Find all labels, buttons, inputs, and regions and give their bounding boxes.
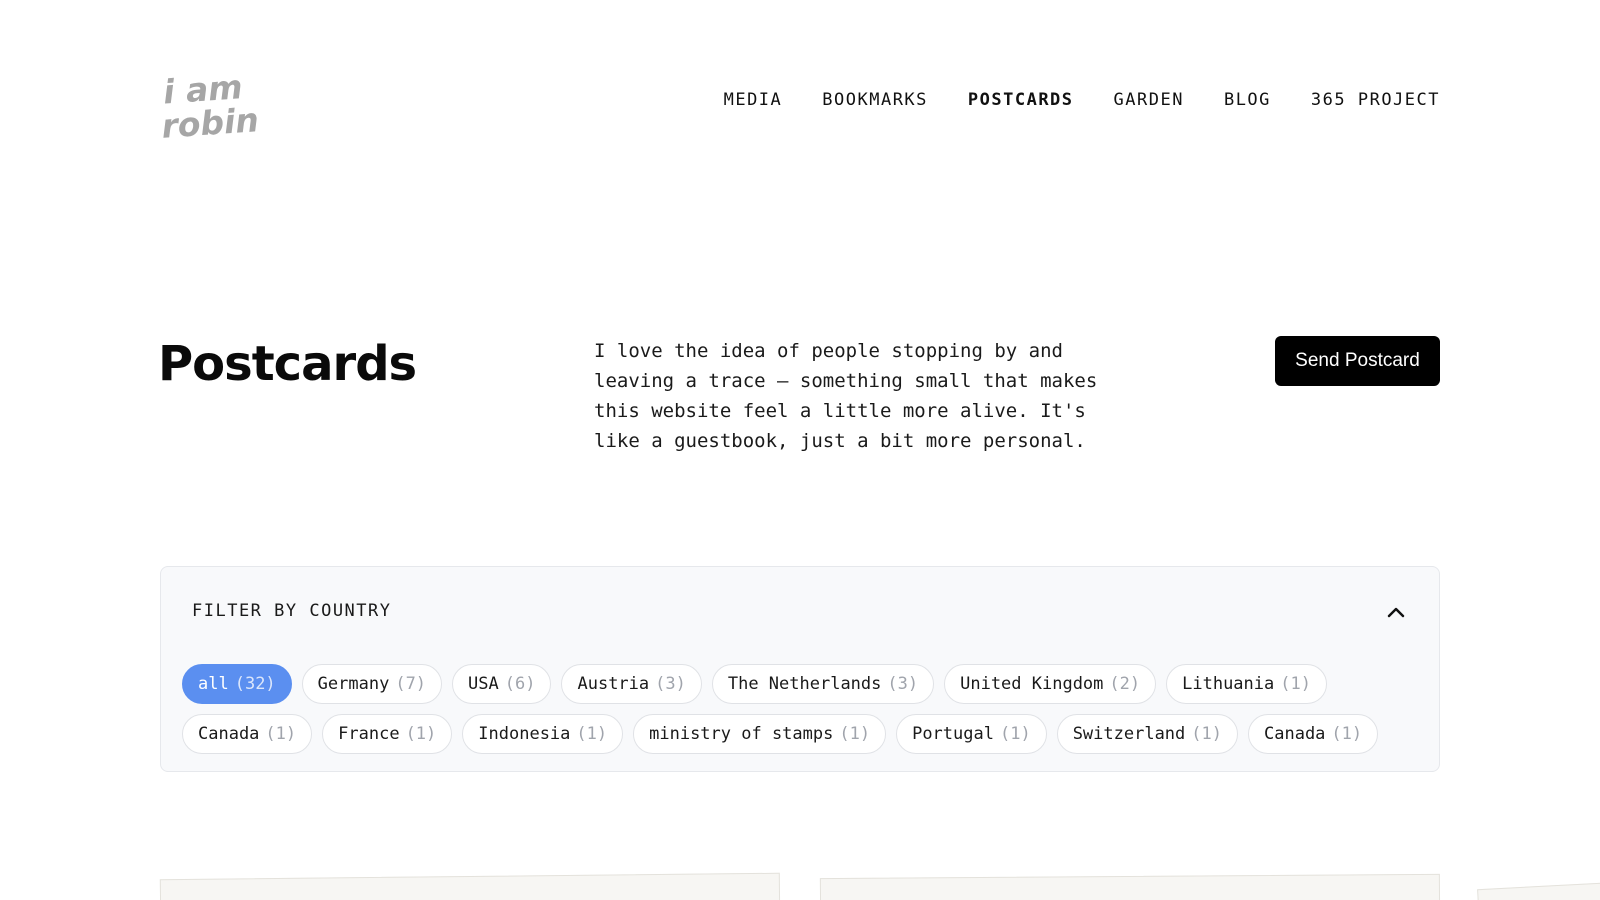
chip-count: (1)	[839, 724, 871, 744]
logo-line-2: robin	[160, 100, 261, 146]
country-chip-switzerland[interactable]: Switzerland (1)	[1056, 714, 1238, 754]
chip-count: (2)	[1109, 674, 1141, 694]
country-chip-canada[interactable]: Canada (1)	[182, 714, 313, 754]
chip-count: (1)	[405, 724, 437, 744]
chip-count: (3)	[655, 674, 686, 694]
chip-label: Switzerland	[1072, 724, 1186, 744]
country-chip-list: all (32) Germany (7) USA (6) Austria (3) The Net…	[182, 664, 1422, 754]
chip-count: (1)	[576, 724, 608, 744]
country-chip-united-kingdom[interactable]: United Kingdom (2)	[944, 664, 1157, 704]
site-logo[interactable]: i am robin	[158, 67, 263, 148]
chip-count: (1)	[1191, 724, 1222, 744]
country-chip-germany[interactable]: Germany (7)	[301, 664, 443, 704]
chip-count: (1)	[265, 724, 297, 744]
country-chip-usa[interactable]: USA (6)	[452, 664, 552, 704]
chevron-up-icon[interactable]	[1385, 601, 1407, 623]
postcard[interactable]	[159, 872, 781, 900]
chip-label: ministry of stamps	[649, 724, 834, 744]
nav-item-365-project[interactable]: 365 PROJECT	[1311, 90, 1440, 110]
chip-label: United Kingdom	[960, 674, 1104, 694]
nav-item-media[interactable]: MEDIA	[724, 90, 783, 110]
country-chip-the-netherlands[interactable]: The Netherlands (3)	[711, 664, 935, 704]
chip-label: all	[198, 674, 229, 694]
chip-label: The Netherlands	[727, 674, 882, 694]
chip-label: France	[338, 724, 400, 744]
postcard[interactable]	[1477, 878, 1600, 900]
country-chip-lithuania[interactable]: Lithuania (1)	[1166, 664, 1327, 704]
chip-label: Germany	[317, 674, 390, 694]
country-chip-all[interactable]: all (32)	[182, 664, 292, 704]
chip-count: (1)	[1280, 674, 1311, 694]
intro-text: I love the idea of people stopping by an…	[594, 340, 1098, 452]
chip-label: USA	[468, 674, 499, 694]
nav-item-garden[interactable]: GARDEN	[1114, 90, 1184, 110]
chip-count: (6)	[504, 674, 536, 694]
country-chip-indonesia[interactable]: Indonesia (1)	[462, 714, 624, 754]
chip-label: Portugal	[912, 724, 994, 744]
nav-item-bookmarks[interactable]: BOOKMARKS	[822, 90, 928, 110]
country-chip-portugal[interactable]: Portugal (1)	[896, 714, 1047, 754]
postcard[interactable]	[819, 873, 1441, 900]
country-chip-france[interactable]: France (1)	[322, 714, 453, 754]
filter-heading: FILTER BY COUNTRY	[192, 601, 392, 621]
country-filter-panel: FILTER BY COUNTRY all (32) Germany (7) USA (6…	[160, 566, 1440, 772]
chip-label: Canada	[198, 724, 260, 744]
page-title: Postcards	[158, 336, 417, 392]
chip-label: Lithuania	[1182, 674, 1275, 694]
send-postcard-button[interactable]: Send Postcard	[1275, 336, 1440, 386]
chip-count: (7)	[395, 674, 427, 694]
nav-item-blog[interactable]: BLOG	[1224, 90, 1271, 110]
country-chip-canada[interactable]: Canada (1)	[1248, 714, 1379, 754]
main-nav: MEDIA BOOKMARKS POSTCARDS GARDEN BLOG 36…	[724, 90, 1440, 110]
nav-item-postcards[interactable]: POSTCARDS	[968, 90, 1074, 110]
chip-count: (3)	[887, 674, 919, 694]
chip-count: (1)	[1331, 724, 1363, 744]
chip-count: (1)	[999, 724, 1031, 744]
country-chip-austria[interactable]: Austria (3)	[561, 664, 702, 704]
chip-label: Indonesia	[478, 724, 571, 744]
chip-label: Austria	[577, 674, 650, 694]
chip-label: Canada	[1264, 724, 1326, 744]
country-chip-ministry-of-stamps[interactable]: ministry of stamps (1)	[633, 714, 887, 754]
chip-count: (32)	[234, 674, 276, 694]
